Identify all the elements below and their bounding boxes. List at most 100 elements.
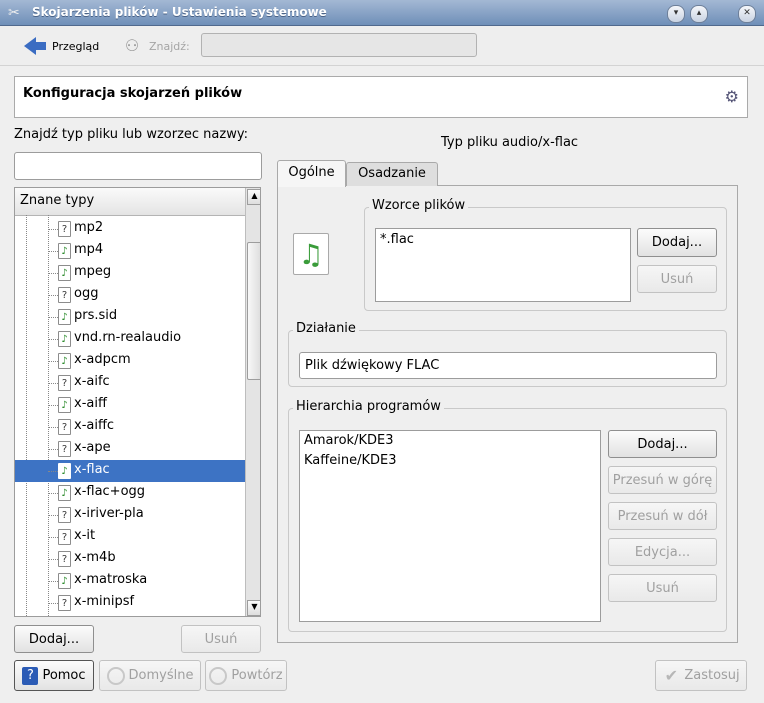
tree-item[interactable]: ♪ mpeg (15, 262, 245, 284)
back-arrow-icon (24, 37, 36, 55)
unknown-file-icon: ? (58, 551, 71, 567)
programs-group-title: Hierarchia programów (293, 399, 444, 414)
programs-list[interactable]: Amarok/KDE3 Kaffeine/KDE3 (299, 430, 601, 622)
tree-item[interactable]: ? x-ape (15, 438, 245, 460)
find-label: ⚇ Znajdź: (121, 34, 190, 58)
patterns-list[interactable]: *.flac (375, 228, 631, 302)
tree-item[interactable]: ? ogg (15, 284, 245, 306)
window-title: Skojarzenia plików - Ustawienia systemow… (32, 5, 327, 19)
tree-item-label: x-aiff (74, 396, 107, 411)
tree-item-label: vnd.rn-realaudio (74, 330, 182, 345)
defaults-icon (106, 666, 125, 685)
back-button[interactable]: Przegląd (24, 34, 99, 58)
tree-item-label: x-aifc (74, 374, 110, 389)
apply-button[interactable]: ✔ Zastosuj (655, 660, 747, 691)
tree-item-label: x-flac (74, 462, 110, 477)
tree-item[interactable]: ♪ x-adpcm (15, 350, 245, 372)
scrollbar-thumb[interactable] (247, 242, 260, 380)
remove-pattern-button[interactable]: Usuń (637, 265, 717, 293)
tree-item[interactable]: ♪ vnd.rn-realaudio (15, 328, 245, 350)
patterns-group-title: Wzorce plików (369, 198, 469, 213)
back-button-label: Przegląd (52, 39, 100, 53)
remove-type-button[interactable]: Usuń (181, 625, 261, 653)
list-item[interactable]: Amarok/KDE3 (304, 433, 393, 448)
audio-file-icon: ♪ (58, 573, 71, 589)
description-input[interactable]: Plik dźwiękowy FLAC (299, 352, 717, 379)
list-item[interactable]: Kaffeine/KDE3 (304, 453, 396, 468)
title-bar[interactable]: ✂ Skojarzenia plików - Ustawienia system… (0, 0, 764, 26)
tab-embedding[interactable]: Osadzanie (346, 162, 438, 186)
tree-item[interactable]: ? x-m4b (15, 548, 245, 570)
audio-file-icon: ♪ (58, 309, 71, 325)
checkmark-icon: ✔ (664, 666, 679, 685)
unknown-file-icon: ? (58, 441, 71, 457)
type-title: Typ pliku audio/x-flac (441, 135, 579, 150)
audio-file-icon: ♪ (58, 265, 71, 281)
tree-scrollbar[interactable]: ▲ ▼ (245, 188, 260, 616)
tree-item-label: prs.sid (74, 308, 118, 323)
tree-item[interactable]: ♪ x-matroska (15, 570, 245, 592)
tree-item[interactable]: ♪ mp4 (15, 240, 245, 262)
tree-item-label: x-m4b (74, 550, 116, 565)
header-panel: Konfiguracja skojarzeń plików ⚙ (14, 76, 748, 118)
tree-item[interactable]: ? mp2 (15, 218, 245, 240)
help-button[interactable]: ? Pomoc (14, 660, 94, 691)
maximize-button[interactable]: ▴ (690, 5, 708, 23)
tree-item-label: mp4 (74, 242, 104, 257)
audio-file-icon: ♪ (58, 485, 71, 501)
help-icon: ? (22, 666, 39, 685)
add-type-button[interactable]: Dodaj... (14, 625, 94, 653)
tree-item-label: x-adpcm (74, 352, 131, 367)
tree-item-label: x-iriver-pla (74, 506, 144, 521)
tree-item[interactable]: ♪ prs.sid (15, 306, 245, 328)
reset-icon (209, 666, 228, 685)
unknown-file-icon: ? (58, 595, 71, 611)
audio-file-icon: ♪ (58, 243, 71, 259)
audio-file-icon: ♪ (58, 463, 71, 479)
unknown-file-icon: ? (58, 287, 71, 303)
unknown-file-icon: ? (58, 221, 71, 237)
scroll-up-button[interactable]: ▲ (247, 189, 260, 205)
tree-item-label: x-flac+ogg (74, 484, 146, 499)
tree-item[interactable]: ? x-it (15, 526, 245, 548)
type-search-input[interactable] (14, 152, 262, 180)
remove-program-button[interactable]: Usuń (608, 574, 717, 602)
audio-file-icon: ♪ (58, 397, 71, 413)
tree-item-label: x-it (74, 528, 96, 543)
audio-file-icon: ♪ (58, 331, 71, 347)
minimize-button[interactable]: ▾ (667, 5, 685, 23)
tab-general[interactable]: Ogólne (277, 160, 346, 187)
tree-item[interactable]: ? x-aiffc (15, 416, 245, 438)
tree-item-label: x-minipsf (74, 594, 135, 609)
page-title: Konfiguracja skojarzeń plików (23, 86, 243, 101)
defaults-button[interactable]: Domyślne (99, 660, 201, 691)
tree-header[interactable]: Znane typy (15, 188, 245, 216)
toolbar-search-input[interactable] (201, 33, 477, 57)
tree-item-label: x-matroska (74, 572, 148, 587)
unknown-file-icon: ? (58, 507, 71, 523)
close-button[interactable]: ✕ (738, 5, 756, 23)
edit-program-button[interactable]: Edycja... (608, 538, 717, 566)
tree-item[interactable]: ? x-iriver-pla (15, 504, 245, 526)
audio-file-icon: ♪ (58, 353, 71, 369)
tree-item[interactable]: ? x-minipsf (15, 592, 245, 614)
unknown-file-icon: ? (58, 375, 71, 391)
tree-item[interactable]: ♪ x-flac (15, 460, 245, 482)
tree-item[interactable]: ♪ x-flac+ogg (15, 482, 245, 504)
tree-item[interactable]: ? x-aifc (15, 372, 245, 394)
unknown-file-icon: ? (58, 529, 71, 545)
audio-file-icon: ♫ (293, 233, 329, 275)
add-pattern-button[interactable]: Dodaj... (637, 228, 717, 257)
scroll-down-button[interactable]: ▼ (247, 600, 260, 616)
known-types-tree[interactable]: Znane typy ? mp2 ♪ mp4 ♪ mpeg? ogg ♪ prs.sid ♪ vnd… (14, 187, 261, 617)
move-up-button[interactable]: Przesuń w górę (608, 466, 717, 494)
file-associations-icon: ⚙ (724, 87, 739, 106)
list-item[interactable]: *.flac (380, 232, 414, 247)
add-program-button[interactable]: Dodaj... (608, 430, 717, 458)
tree-item-label: x-aiffc (74, 418, 115, 433)
binoculars-icon: ⚇ (124, 36, 140, 55)
tree-item[interactable]: ♪ x-aiff (15, 394, 245, 416)
move-down-button[interactable]: Przesuń w dół (608, 502, 717, 530)
reset-button[interactable]: Powtórz (205, 660, 287, 691)
tree-item-label: x-ape (74, 440, 111, 455)
